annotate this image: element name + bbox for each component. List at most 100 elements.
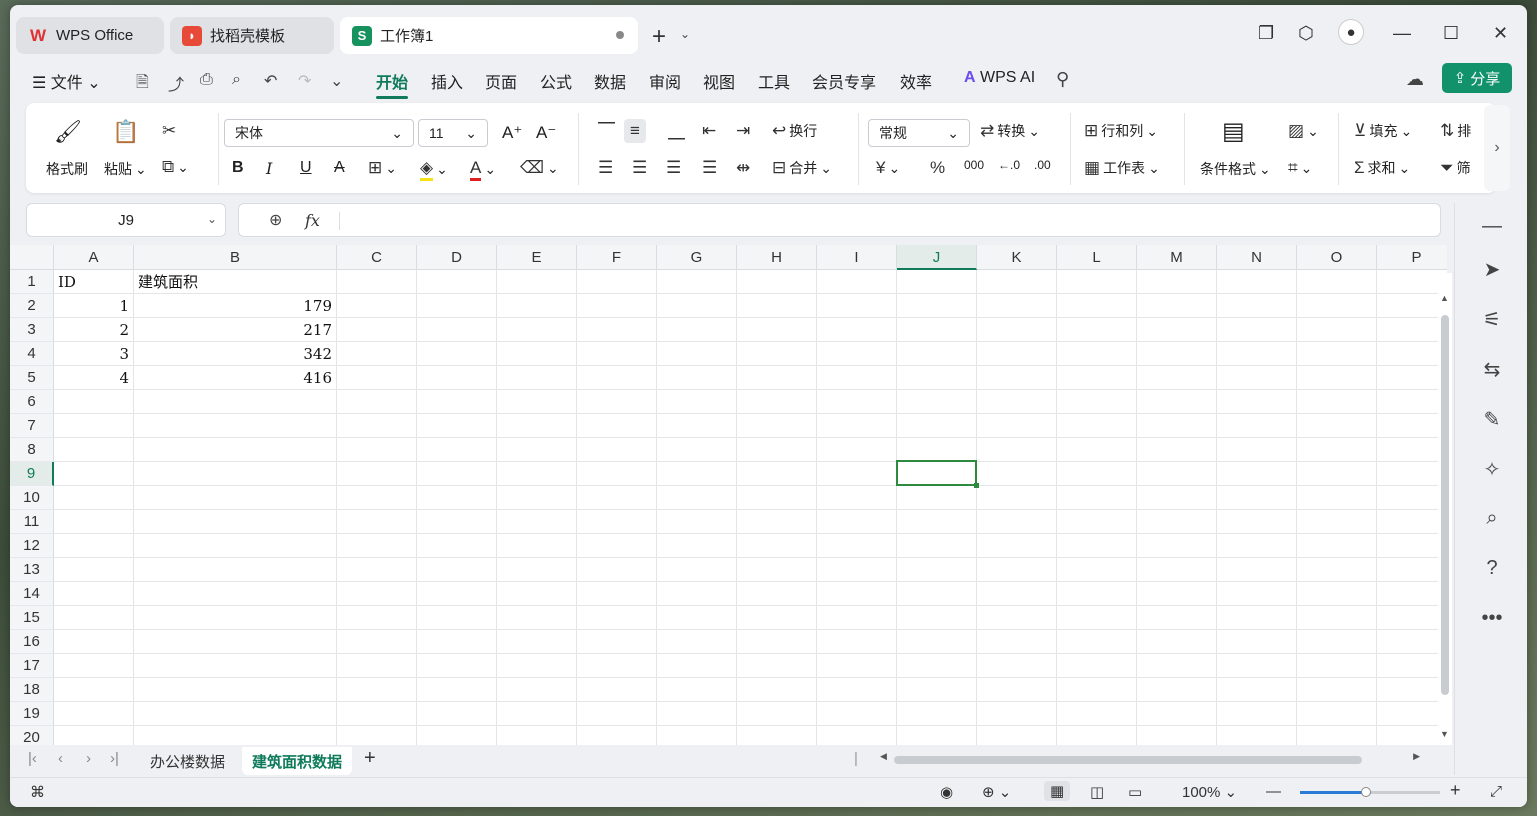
image-edit-icon[interactable]: ✎	[1479, 407, 1505, 432]
cell-a1[interactable]: ID	[54, 270, 133, 294]
conditional-format-icon[interactable]: ▤	[1222, 117, 1245, 146]
chevron-down-icon[interactable]: ⌄	[680, 27, 690, 41]
menu-item-review[interactable]: 审阅	[649, 69, 681, 93]
normal-view-icon[interactable]: ▦	[1044, 781, 1071, 801]
wrap-text-button[interactable]: ↩ 换行	[772, 121, 817, 141]
underline-icon[interactable]: U	[300, 159, 312, 177]
row-header-13[interactable]: 13	[10, 558, 54, 582]
add-sheet-icon[interactable]: +	[364, 747, 376, 770]
file-menu[interactable]: ☰ 文件 ⌄	[32, 69, 101, 93]
align-top-icon[interactable]: ⎺	[598, 121, 615, 141]
window-restore-tabs-icon[interactable]: ❐	[1258, 23, 1274, 44]
cell-style-icon[interactable]: ▨ ⌄	[1288, 121, 1319, 141]
column-header-g[interactable]: G	[657, 245, 737, 270]
more-icon[interactable]: •••	[1479, 607, 1505, 630]
merge-button[interactable]: ⊟ 合并 ⌄	[772, 158, 832, 178]
cell-a5[interactable]: 4	[54, 366, 133, 390]
cell-b4[interactable]: 342	[134, 342, 336, 366]
row-header-16[interactable]: 16	[10, 630, 54, 654]
cube-icon[interactable]: ⬡	[1298, 23, 1314, 44]
zoom-out-icon[interactable]: —	[1266, 783, 1281, 800]
font-size-select[interactable]: 11 ⌄	[418, 119, 488, 147]
maximize-icon[interactable]: ☐	[1443, 23, 1459, 44]
italic-icon[interactable]: I	[266, 159, 272, 178]
decrease-font-icon[interactable]: A⁻	[536, 123, 556, 143]
column-header-k[interactable]: K	[977, 245, 1057, 270]
formula-bar[interactable]: ⊕ fx	[238, 203, 1441, 237]
row-header-12[interactable]: 12	[10, 534, 54, 558]
column-header-c[interactable]: C	[337, 245, 417, 270]
cell-b3[interactable]: 217	[134, 318, 336, 342]
active-cell-selection[interactable]	[896, 460, 979, 488]
scroll-up-icon[interactable]: ▲	[1440, 293, 1449, 303]
row-header-6[interactable]: 6	[10, 390, 54, 414]
indent-icon[interactable]: ⇥	[736, 121, 750, 141]
undo-icon[interactable]: ↶	[264, 71, 277, 91]
next-sheet-icon[interactable]: ›	[86, 750, 91, 767]
sum-button[interactable]: Σ 求和 ⌄	[1354, 158, 1410, 178]
scroll-down-icon[interactable]: ▼	[1440, 729, 1449, 739]
sort-button[interactable]: ⇅ 排	[1440, 121, 1471, 141]
paste-button[interactable]: 粘贴 ⌄	[104, 159, 147, 179]
menu-item-view[interactable]: 视图	[703, 69, 735, 93]
percent-icon[interactable]: %	[930, 158, 945, 178]
sheet-tab-office[interactable]: 办公楼数据	[140, 747, 235, 775]
sheet-tab-area[interactable]: 建筑面积数据	[242, 747, 353, 775]
spreadsheet-grid[interactable]: A B C D E F G H I J K L M N O P 1 2 3 4 5 6 7 8 9 10 11 12 13 14 15 16 1…	[10, 245, 1447, 745]
ribbon-scroll-right-icon[interactable]: ›	[1484, 105, 1510, 191]
row-header-15[interactable]: 15	[10, 606, 54, 630]
cell-a4[interactable]: 3	[54, 342, 133, 366]
page-break-view-icon[interactable]: ◫	[1090, 783, 1104, 801]
first-sheet-icon[interactable]: |‹	[28, 750, 37, 767]
cell-b2[interactable]: 179	[134, 294, 336, 318]
menu-item-formula[interactable]: 公式	[540, 69, 572, 93]
scroll-right-icon[interactable]: ▶	[1413, 751, 1420, 762]
transfer-icon[interactable]: ⇆	[1479, 357, 1505, 382]
print-icon[interactable]: ⎙	[200, 71, 213, 89]
clear-format-icon[interactable]: ⌫ ⌄	[520, 158, 559, 178]
number-format-select[interactable]: 常规 ⌄	[868, 119, 970, 147]
zoom-in-icon[interactable]: +	[1450, 780, 1461, 801]
bold-icon[interactable]: B	[232, 159, 244, 177]
fill-color-icon[interactable]: ◈ ⌄	[420, 158, 448, 181]
eye-protection-icon[interactable]: ◉	[940, 783, 953, 801]
avatar[interactable]: ●	[1338, 19, 1364, 45]
zoom-slider[interactable]	[1300, 787, 1440, 797]
zoom-slider-knob[interactable]	[1360, 787, 1371, 797]
scroll-thumb[interactable]	[1441, 315, 1449, 695]
row-header-11[interactable]: 11	[10, 510, 54, 534]
fullscreen-icon[interactable]: ⤢	[1490, 783, 1502, 800]
align-middle-icon[interactable]: ≡	[624, 119, 646, 143]
print-preview-icon[interactable]: ⌕	[232, 71, 241, 89]
menu-item-page[interactable]: 页面	[485, 69, 517, 93]
row-header-5[interactable]: 5	[10, 366, 54, 390]
page-layout-view-icon[interactable]: ▭	[1128, 783, 1142, 801]
outdent-icon[interactable]: ⇤	[702, 121, 716, 141]
format-painter-button[interactable]: 格式刷	[46, 159, 88, 179]
column-header-h[interactable]: H	[737, 245, 817, 270]
tab-templates[interactable]: ◗ 找稻壳模板	[170, 17, 334, 54]
convert-button[interactable]: ⇄ 转换 ⌄	[980, 121, 1040, 141]
menu-item-member[interactable]: 会员专享	[812, 69, 876, 93]
share-button[interactable]: ⇪ 分享	[1442, 63, 1512, 93]
column-header-p[interactable]: P	[1377, 245, 1447, 270]
currency-icon[interactable]: ¥ ⌄	[876, 158, 900, 178]
menu-item-insert[interactable]: 插入	[431, 69, 463, 93]
close-icon[interactable]: ✕	[1493, 23, 1508, 44]
column-header-m[interactable]: M	[1137, 245, 1217, 270]
horizontal-scrollbar[interactable]: ◀ ▶	[880, 751, 1420, 765]
fill-button[interactable]: ⊻ 填充 ⌄	[1354, 121, 1412, 141]
search-icon[interactable]: ⚲	[1056, 69, 1069, 90]
vertical-scrollbar[interactable]: ▲ ▼	[1438, 273, 1452, 745]
row-header-4[interactable]: 4	[10, 342, 54, 366]
settings-sliders-icon[interactable]: ⚟	[1479, 307, 1505, 332]
strikethrough-icon[interactable]: A	[334, 159, 345, 177]
new-tab-icon[interactable]: +	[652, 23, 666, 51]
tools-icon[interactable]: ✧	[1479, 457, 1505, 482]
row-header-9[interactable]: 9	[10, 462, 54, 486]
wps-ai-button[interactable]: A WPS AI	[964, 69, 1035, 87]
align-left-icon[interactable]: ☰	[598, 158, 613, 178]
row-header-19[interactable]: 19	[10, 702, 54, 726]
conditional-format-button[interactable]: 条件格式 ⌄	[1200, 159, 1271, 179]
cell-a3[interactable]: 2	[54, 318, 133, 342]
